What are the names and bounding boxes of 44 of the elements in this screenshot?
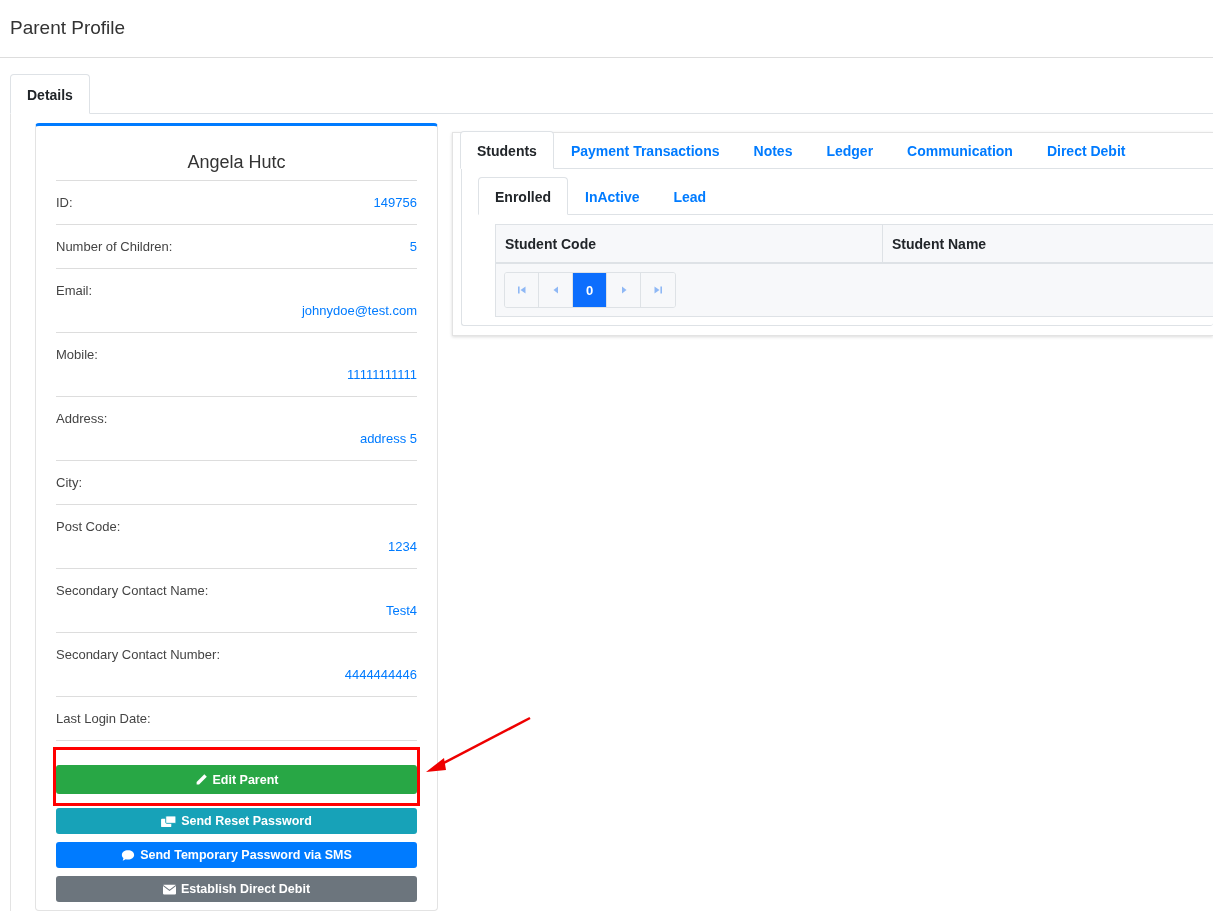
field-label: Last Login Date: — [56, 711, 151, 726]
page-button[interactable]: 0 — [573, 273, 607, 307]
last-page-icon — [653, 285, 663, 295]
envelope-icon — [162, 883, 176, 895]
tab[interactable]: Lead — [656, 177, 724, 215]
tab[interactable]: Enrolled — [478, 177, 568, 215]
field-label: City: — [56, 475, 82, 490]
column-header: Student Name — [882, 225, 1213, 262]
field-label: Mobile: — [56, 347, 98, 362]
first-page-icon — [516, 285, 527, 295]
field-label: Post Code: — [56, 519, 121, 534]
chat-bubble-icon — [121, 848, 136, 862]
tab[interactable]: Communication — [890, 131, 1030, 169]
field-value: 5 — [409, 239, 417, 254]
tab[interactable]: Details — [10, 74, 90, 114]
envelope-stack-icon — [161, 814, 177, 828]
field-value: 149756 — [373, 195, 417, 210]
column-header: Student Code — [504, 235, 597, 254]
field-value: address 5 — [358, 431, 417, 446]
field-value: 11111111111 — [346, 367, 417, 382]
tab[interactable]: Payment Transactions — [553, 131, 737, 169]
first-page-button[interactable] — [505, 273, 539, 307]
page-title: Parent Profile — [0, 0, 1213, 58]
field-value: johnydoe@test.com — [300, 303, 417, 318]
parent-name: Angela Hutc — [56, 126, 417, 181]
action-button[interactable]: Establish Direct Debit — [56, 876, 417, 902]
action-button[interactable]: Edit Parent — [56, 765, 417, 794]
tab[interactable]: Students — [460, 131, 554, 169]
field-value: 4444444446 — [343, 667, 417, 682]
action-button[interactable]: Send Reset Password — [56, 808, 417, 834]
pencil-icon — [194, 773, 208, 786]
action-button[interactable]: Send Temporary Password via SMS — [56, 842, 417, 868]
field-label: Secondary Contact Name: — [56, 583, 209, 598]
field-label: Email: — [56, 283, 93, 298]
tab[interactable]: Ledger — [809, 131, 891, 169]
field-label: Number of Children: — [56, 239, 173, 254]
field-label: Secondary Contact Number: — [56, 647, 221, 662]
field-label: Address: — [56, 411, 108, 426]
tab[interactable]: Direct Debit — [1029, 131, 1143, 169]
field-label: ID: — [56, 195, 73, 210]
tab[interactable]: Notes — [736, 131, 810, 169]
field-value: 1234 — [387, 539, 417, 554]
tab[interactable]: InActive — [568, 177, 657, 215]
field-value: Test4 — [384, 603, 417, 618]
